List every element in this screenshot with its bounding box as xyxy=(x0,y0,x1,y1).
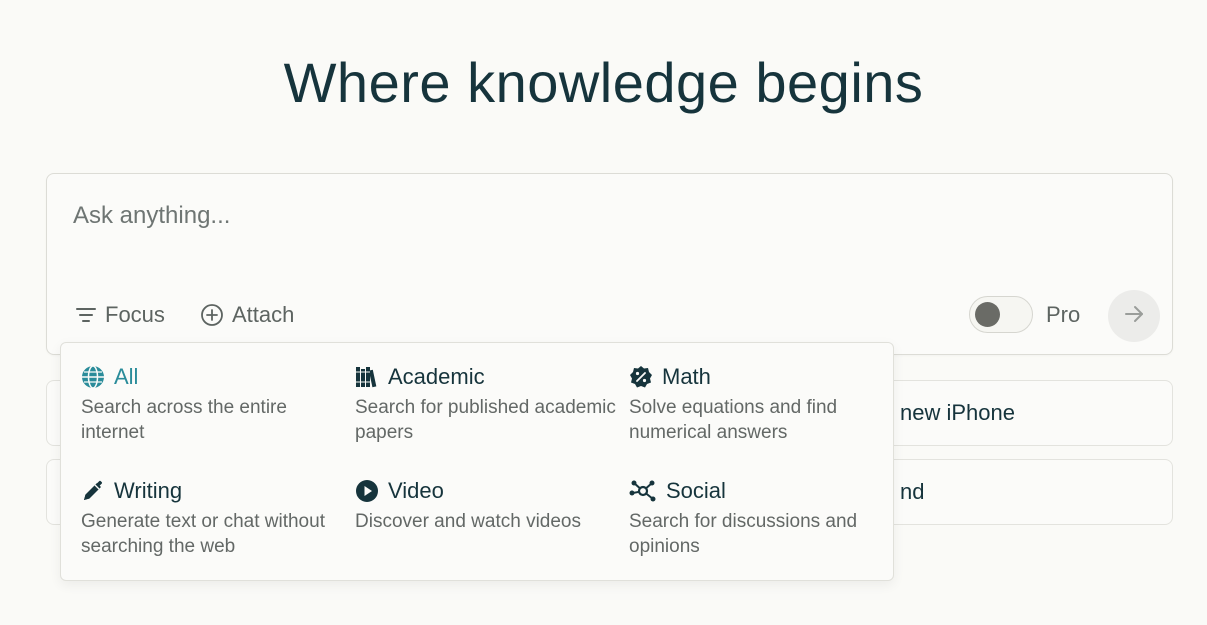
arrow-right-icon xyxy=(1123,303,1145,330)
focus-option-label: Academic xyxy=(388,364,485,389)
suggestion-text: new iPhone xyxy=(900,400,1015,425)
submit-button[interactable] xyxy=(1108,290,1160,342)
focus-option-writing[interactable]: Writing Generate text or chat without se… xyxy=(81,477,346,559)
pro-label: Pro xyxy=(1046,302,1081,327)
network-icon xyxy=(629,479,657,503)
focus-option-description: Search for published academic papers xyxy=(355,397,616,443)
plus-circle-icon xyxy=(200,303,224,327)
focus-option-description: Solve equations and find numerical answe… xyxy=(629,397,838,443)
books-icon xyxy=(355,365,379,389)
ask-box: Focus Attach Pro xyxy=(46,173,1173,355)
globe-icon xyxy=(81,365,105,389)
focus-option-label: Video xyxy=(388,478,444,503)
percent-badge-icon xyxy=(629,365,653,389)
focus-option-description: Discover and watch videos xyxy=(355,511,581,532)
focus-option-description: Generate text or chat without searching … xyxy=(81,511,325,557)
focus-option-video[interactable]: Video Discover and watch videos xyxy=(355,477,620,534)
focus-option-academic[interactable]: Academic Search for published academic p… xyxy=(355,363,620,445)
suggestion-text: nd xyxy=(900,479,925,504)
focus-option-math[interactable]: Math Solve equations and find numerical … xyxy=(629,363,894,445)
focus-option-label: Social xyxy=(666,478,726,503)
filter-icon xyxy=(75,304,97,326)
page-title: Where knowledge begins xyxy=(283,51,924,114)
focus-label: Focus xyxy=(105,302,165,327)
focus-option-social[interactable]: Social Search for discussions and opinio… xyxy=(629,477,894,559)
pro-toggle[interactable] xyxy=(969,296,1033,333)
play-icon xyxy=(355,479,379,503)
toggle-knob xyxy=(975,302,1000,327)
focus-button[interactable]: Focus xyxy=(75,298,165,332)
focus-option-label: Math xyxy=(662,364,711,389)
attach-label: Attach xyxy=(232,302,295,327)
focus-dropdown: All Search across the entire internet Ac… xyxy=(60,342,894,581)
focus-option-label: Writing xyxy=(114,478,183,503)
attach-button[interactable]: Attach xyxy=(200,298,294,332)
focus-option-all[interactable]: All Search across the entire internet xyxy=(81,363,346,445)
focus-option-description: Search for discussions and opinions xyxy=(629,511,858,557)
pencil-icon xyxy=(81,479,105,503)
search-input[interactable] xyxy=(73,202,1073,230)
focus-option-label: All xyxy=(114,364,139,389)
focus-option-description: Search across the entire internet xyxy=(81,397,287,443)
